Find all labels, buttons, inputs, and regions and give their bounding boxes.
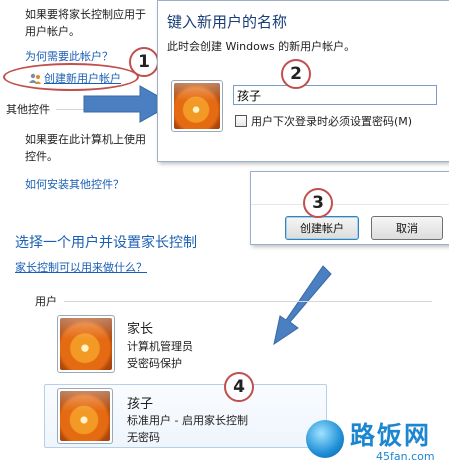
watermark: 路饭网 45fan.com [306,412,449,468]
password-checkbox[interactable] [235,115,247,127]
user-avatar [57,388,113,444]
user-role: 计算机管理员 [127,340,193,353]
password-checkbox-row[interactable]: 用户下次登录时必须设置密码(M) [235,113,412,129]
user-tile-parent[interactable]: 家长 计算机管理员 受密码保护 [55,312,325,376]
flower-image [174,83,220,129]
users-divider [64,301,432,302]
other-controls-heading: 其他控件 [6,103,50,116]
flower-image [60,391,110,441]
password-checkbox-label: 用户下次登录时必须设置密码(M) [251,115,413,128]
install-controls-link[interactable]: 如何安装其他控件？ [25,176,124,192]
user-avatar [57,315,115,373]
step-2-badge: 2 [281,59,311,89]
username-input[interactable] [233,85,437,105]
flower-image [60,318,112,370]
footer-divider [251,204,449,205]
step-4-badge: 4 [224,372,254,402]
user-tile-child[interactable]: 孩子 标准用户 - 启用家长控制 无密码 [44,384,327,448]
dialog-title: 键入新用户的名称 [167,13,288,31]
user-password-status: 无密码 [127,431,160,444]
user-password-status: 受密码保护 [127,357,182,370]
parental-heading: 选择一个用户并设置家长控制 [15,235,197,251]
create-account-button[interactable]: 创建帐户 [285,216,359,240]
step-3-badge: 3 [303,188,333,218]
description-text-2: 如果要在此计算机上使用 控件。 [25,133,146,163]
watermark-brand: 路饭网 [350,421,432,450]
user-role: 标准用户 - 启用家长控制 [127,414,248,427]
users-label: 用户 [35,295,57,308]
step-1-badge: 1 [129,47,159,77]
user-name: 孩子 [127,397,154,412]
description-text-1: 如果要将家长控制应用于 用户帐户。 [25,8,146,38]
cancel-button[interactable]: 取消 [371,216,443,240]
parental-what-link[interactable]: 家长控制可以用来做什么？ [15,259,147,275]
why-account-link[interactable]: 为何需要此帐户？ [25,48,113,64]
dialog-subtitle: 此时会创建 Windows 的新用户帐户。 [167,40,356,53]
watermark-logo-icon [306,420,344,458]
confirm-dialog-footer: 创建帐户 取消 [250,171,449,245]
user-name: 家长 [127,322,154,337]
watermark-url: 45fan.com [376,450,435,463]
new-user-avatar [171,80,223,132]
